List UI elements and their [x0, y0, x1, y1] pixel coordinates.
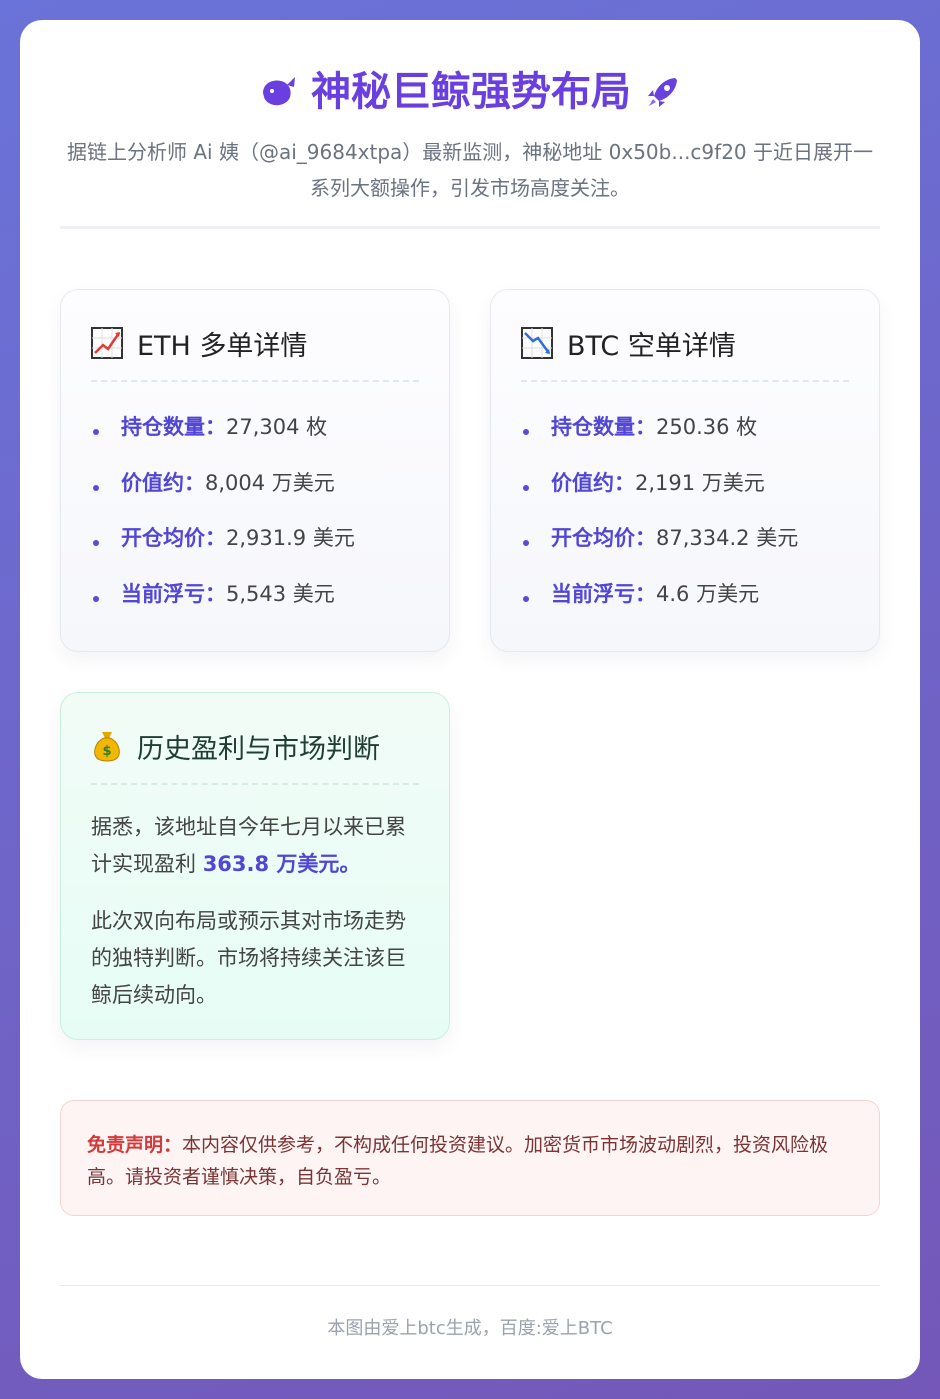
eth-panel-header: ETH 多单详情: [91, 320, 419, 382]
chart-decreasing-icon: [521, 327, 553, 359]
eth-detail-list: 持仓数量：27,304 枚 价值约：8,004 万美元 开仓均价：2,931.9…: [91, 400, 419, 622]
page-title-text: 神秘巨鲸强势布局: [311, 69, 631, 115]
history-panel: $ 历史盈利与市场判断 据悉，该地址自今年七月以来已累计实现盈利 363.8 万…: [60, 692, 450, 1040]
money-bag-icon: $: [91, 730, 123, 762]
btc-short-panel: BTC 空单详情 持仓数量：250.36 枚 价值约：2,191 万美元 开仓均…: [490, 289, 880, 652]
page-subtitle: 据链上分析师 Ai 姨（@ai_9684xtpa）最新监测，神秘地址 0x50b…: [67, 140, 873, 200]
svg-text:$: $: [102, 744, 111, 759]
list-item: 开仓均价：2,931.9 美元: [91, 511, 419, 567]
main-card: 神秘巨鲸强势布局 据链上分析师 Ai 姨（@ai_9684xtpa）最新监测，神…: [20, 20, 920, 1379]
profit-amount: 363.8 万美元: [202, 852, 340, 876]
btc-panel-header: BTC 空单详情: [521, 320, 849, 382]
rocket-icon: [645, 74, 681, 110]
page-title: 神秘巨鲸强势布局: [60, 60, 880, 124]
list-item: 开仓均价：87,334.2 美元: [521, 511, 849, 567]
disclaimer-box: 免责声明：本内容仅供参考，不构成任何投资建议。加密货币市场波动剧烈，投资风险极高…: [60, 1100, 880, 1216]
list-item: 持仓数量：250.36 枚: [521, 400, 849, 456]
history-profit-paragraph: 据悉，该地址自今年七月以来已累计实现盈利 363.8 万美元。: [91, 815, 406, 876]
list-item: 持仓数量：27,304 枚: [91, 400, 419, 456]
history-judgment-paragraph: 此次双向布局或预示其对市场走势的独特判断。市场将持续关注该巨鲸后续动向。: [91, 909, 406, 1007]
btc-panel-title: BTC 空单详情: [567, 330, 736, 362]
header-divider: [60, 226, 880, 229]
list-item: 当前浮亏：5,543 美元: [91, 567, 419, 623]
footer-text: 本图由爱上btc生成，百度:爱上BTC: [327, 1318, 613, 1339]
disclaimer-label: 免责声明：: [87, 1134, 183, 1156]
chart-increasing-icon: [91, 327, 123, 359]
header: 神秘巨鲸强势布局 据链上分析师 Ai 姨（@ai_9684xtpa）最新监测，神…: [60, 60, 880, 206]
disclaimer-text: 本内容仅供参考，不构成任何投资建议。加密货币市场波动剧烈，投资风险极高。请投资者…: [87, 1134, 829, 1188]
whale-icon: [259, 75, 297, 109]
list-item: 当前浮亏：4.6 万美元: [521, 567, 849, 623]
list-item: 价值约：2,191 万美元: [521, 456, 849, 512]
footer-divider: [60, 1285, 880, 1286]
list-item: 价值约：8,004 万美元: [91, 456, 419, 512]
eth-panel-title: ETH 多单详情: [137, 330, 308, 362]
history-text: 据悉，该地址自今年七月以来已累计实现盈利 363.8 万美元。 此次双向布局或预…: [91, 809, 419, 1014]
history-panel-header: $ 历史盈利与市场判断: [91, 723, 419, 785]
eth-long-panel: ETH 多单详情 持仓数量：27,304 枚 价值约：8,004 万美元 开仓均…: [60, 289, 450, 652]
history-panel-title: 历史盈利与市场判断: [137, 733, 380, 765]
btc-detail-list: 持仓数量：250.36 枚 价值约：2,191 万美元 开仓均价：87,334.…: [521, 400, 849, 622]
